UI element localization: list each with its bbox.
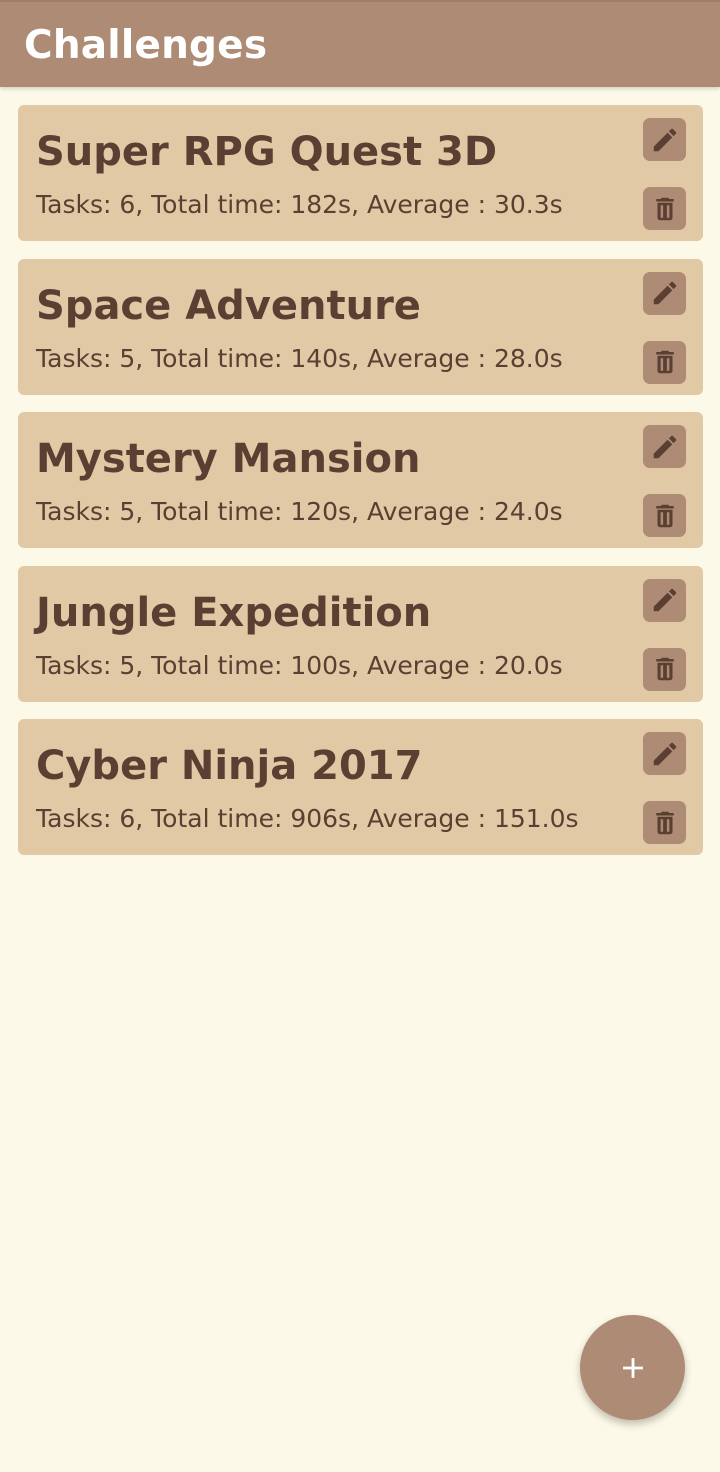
challenge-stats: Tasks: 5, Total time: 140s, Average : 28… [36, 343, 563, 373]
delete-button[interactable] [643, 801, 686, 844]
trash-icon [655, 197, 674, 220]
edit-button[interactable] [643, 732, 686, 775]
delete-button[interactable] [643, 647, 686, 691]
delete-button[interactable] [643, 494, 686, 537]
challenge-card[interactable]: Space Adventure Tasks: 5, Total time: 14… [18, 258, 703, 395]
challenge-title: Space Adventure [36, 282, 421, 329]
challenges-screen: Challenges Super RPG Quest 3D Tasks: 6, … [0, 0, 720, 1472]
challenge-title: Cyber Ninja 2017 [36, 743, 423, 789]
trash-icon [655, 350, 674, 374]
challenge-stats: Tasks: 6, Total time: 906s, Average : 15… [36, 804, 579, 833]
challenge-stats: Tasks: 5, Total time: 100s, Average : 20… [36, 650, 563, 680]
edit-button[interactable] [643, 118, 686, 161]
challenge-card[interactable]: Super RPG Quest 3D Tasks: 6, Total time:… [18, 105, 703, 241]
challenge-stats: Tasks: 6, Total time: 182s, Average : 30… [36, 190, 563, 219]
challenge-list: Super RPG Quest 3D Tasks: 6, Total time:… [18, 105, 703, 873]
trash-icon [655, 657, 674, 681]
delete-button[interactable] [643, 340, 686, 384]
challenge-card[interactable]: Mystery Mansion Tasks: 5, Total time: 12… [18, 412, 703, 548]
challenge-title: Super RPG Quest 3D [36, 129, 498, 175]
pencil-icon [653, 435, 676, 458]
edit-button[interactable] [643, 271, 686, 315]
edit-button[interactable] [643, 425, 686, 468]
add-challenge-button[interactable] [580, 1315, 685, 1420]
delete-button[interactable] [643, 187, 686, 230]
pencil-icon [653, 128, 676, 151]
app-bar: Challenges [0, 0, 720, 87]
challenge-stats: Tasks: 5, Total time: 120s, Average : 24… [36, 497, 563, 526]
pencil-icon [653, 588, 676, 612]
plus-icon [622, 1357, 643, 1378]
challenge-title: Jungle Expedition [36, 589, 432, 636]
trash-icon [655, 811, 674, 834]
edit-button[interactable] [643, 578, 686, 622]
pencil-icon [653, 281, 676, 305]
challenge-card[interactable]: Cyber Ninja 2017 Tasks: 6, Total time: 9… [18, 719, 703, 855]
challenge-card[interactable]: Jungle Expedition Tasks: 5, Total time: … [18, 565, 703, 702]
challenge-title: Mystery Mansion [36, 436, 421, 482]
pencil-icon [653, 742, 676, 765]
trash-icon [655, 504, 674, 527]
page-title: Challenges [24, 23, 268, 68]
